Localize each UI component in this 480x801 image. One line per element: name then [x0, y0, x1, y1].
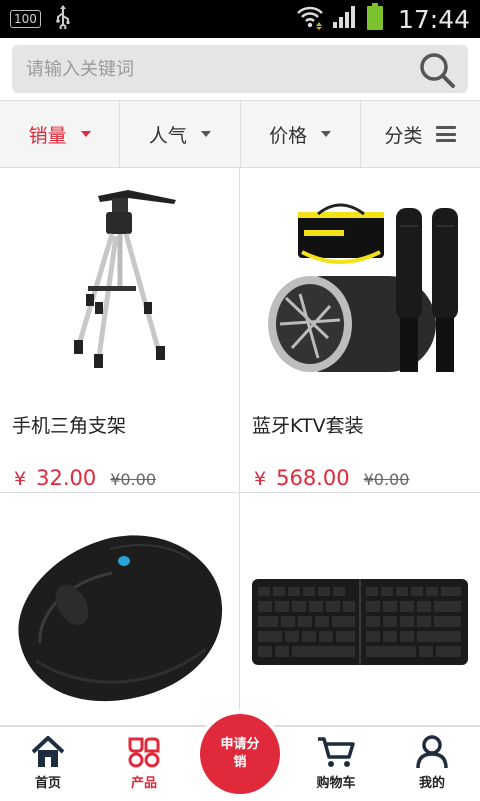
product-card[interactable]: 蓝牙KTV套装 ¥568.00 ¥0.00 [240, 168, 480, 493]
tab-home[interactable]: 首页 [0, 727, 96, 801]
search-input[interactable] [26, 58, 406, 80]
keyboard-image [240, 493, 480, 718]
mouse-image [0, 493, 239, 718]
caret-down-icon [321, 131, 332, 137]
product-card[interactable] [0, 493, 240, 726]
price-value: 32.00 [36, 466, 97, 490]
price-row: ¥32.00 ¥0.00 [14, 466, 156, 490]
tab-home-label: 首页 [34, 776, 61, 791]
battery-percent-badge: 100 [10, 10, 41, 28]
tripod-image [0, 168, 239, 393]
filter-popularity[interactable]: 人气 [120, 101, 241, 167]
search-bar [0, 38, 480, 100]
current-price: ¥32.00 [14, 466, 96, 490]
wifi-icon [296, 4, 324, 34]
tab-mine[interactable]: 我的 [384, 727, 480, 801]
status-bar: 100 17:44 [0, 0, 480, 38]
caret-down-icon [200, 131, 211, 137]
tab-cart[interactable]: 购物车 [288, 727, 384, 801]
product-grid: 手机三角支架 ¥32.00 ¥0.00 蓝牙KTV套装 ¥ 568.00 ¥0.… [0, 168, 480, 726]
filter-popularity-label: 人气 [148, 124, 187, 147]
filter-sales[interactable]: 销量 [0, 101, 121, 167]
tab-products-label: 产品 [130, 776, 157, 791]
caret-down-icon [80, 131, 91, 137]
price-row: ¥568.00 ¥0.00 [254, 466, 409, 490]
tab-cart-label: 购物车 [316, 776, 356, 791]
usb-icon [55, 5, 71, 33]
home-icon [31, 736, 65, 767]
search-box[interactable] [12, 45, 468, 93]
original-price: ¥0.00 [363, 470, 410, 489]
current-price: ¥568.00 [254, 466, 350, 490]
product-name: 手机三角支架 [12, 415, 127, 437]
products-grid-icon [128, 737, 160, 768]
currency-symbol: ¥ [14, 468, 27, 490]
product-name: 蓝牙KTV套装 [252, 415, 364, 437]
cart-icon [318, 737, 355, 767]
product-card[interactable]: 手机三角支架 ¥32.00 ¥0.00 [0, 168, 240, 493]
battery-icon [366, 3, 384, 35]
apply-distribution-button-wrap: 申请分销 [196, 710, 284, 798]
filter-price[interactable]: 价格 [241, 101, 361, 167]
user-icon [416, 735, 448, 769]
clock-time: 17:44 [397, 4, 470, 34]
tab-products[interactable]: 产品 [96, 727, 192, 801]
currency-symbol: ¥ [254, 468, 267, 490]
signal-icon [332, 5, 358, 33]
search-icon[interactable] [418, 51, 456, 89]
filter-sales-label: 销量 [28, 124, 67, 147]
tab-mine-label: 我的 [418, 776, 445, 791]
original-price: ¥0.00 [110, 470, 157, 489]
product-card[interactable] [240, 493, 480, 726]
ktv-set-image [240, 168, 480, 393]
filter-category-label: 分类 [384, 124, 423, 147]
filter-price-label: 价格 [269, 124, 308, 147]
price-value: 568.00 [276, 466, 350, 490]
filter-bar: 销量 人气 价格 分类 [0, 100, 480, 168]
filter-category[interactable]: 分类 [361, 101, 480, 167]
menu-icon [436, 126, 457, 142]
apply-distribution-button[interactable]: 申请分销 [200, 714, 280, 794]
